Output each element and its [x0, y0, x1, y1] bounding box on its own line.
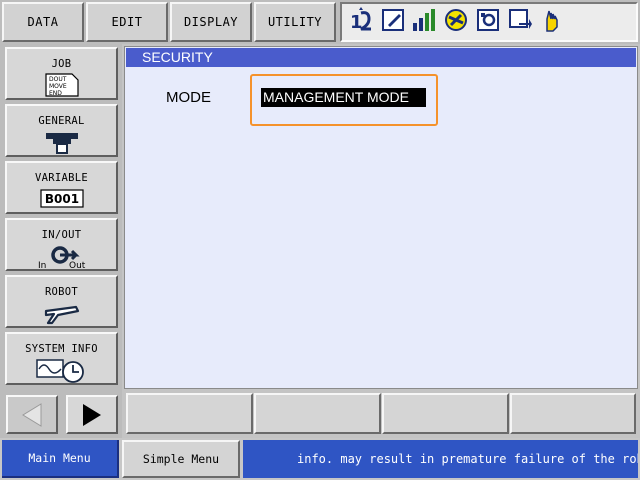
sidebar-item-label: SYSTEM INFO [25, 343, 98, 355]
page-title: SECURITY [126, 48, 636, 67]
function-key-4[interactable] [510, 393, 636, 434]
utility-menu-button[interactable]: UTILITY [254, 2, 336, 42]
function-key-2[interactable] [254, 393, 381, 434]
sidebar-item-label: ROBOT [44, 286, 79, 298]
axis-group-icon[interactable]: 1 [348, 6, 376, 34]
welding-torch-icon [42, 129, 82, 155]
signal-level-icon[interactable] [410, 6, 438, 34]
variable-box-icon: B001 [39, 186, 85, 212]
system-info-clock-icon [35, 357, 89, 383]
edit-mode-icon[interactable] [380, 6, 408, 34]
data-menu-button[interactable]: DATA [2, 2, 84, 42]
variable-icon-text: B001 [44, 192, 78, 206]
sidebar-item-label: GENERAL [38, 115, 85, 127]
robot-arm-icon [40, 300, 84, 326]
job-icon-line: DOUT [49, 76, 67, 83]
io-in-text: In [38, 261, 46, 269]
sidebar-item-robot[interactable]: ROBOT [5, 275, 118, 328]
page-forward-button[interactable] [66, 395, 118, 434]
sidebar-item-variable[interactable]: VARIABLE B001 [5, 161, 118, 214]
mode-label: MODE [166, 89, 211, 106]
simple-menu-button[interactable]: Simple Menu [122, 440, 240, 478]
message-line: info. may result in premature failure of… [243, 440, 638, 478]
display-menu-button[interactable]: DISPLAY [170, 2, 252, 42]
io-arrow-icon: In Out [36, 243, 88, 269]
sidebar-item-label: VARIABLE [35, 172, 88, 184]
edit-menu-button[interactable]: EDIT [86, 2, 168, 42]
main-menu-button[interactable]: Main Menu [2, 440, 119, 478]
program-icon[interactable] [474, 6, 502, 34]
highlight-frame [250, 74, 438, 126]
cycle-icon[interactable] [506, 6, 534, 34]
job-icon-line: END [49, 90, 62, 97]
arrow-left-icon [22, 402, 42, 427]
function-key-3[interactable] [382, 393, 509, 434]
sidebar-item-job[interactable]: JOB DOUT MOVE END [5, 47, 118, 100]
sidebar-item-system-info[interactable]: SYSTEM INFO [5, 332, 118, 385]
function-key-1[interactable] [126, 393, 253, 434]
sidebar-item-in-out[interactable]: IN/OUT In Out [5, 218, 118, 271]
sidebar-item-label: JOB [51, 58, 72, 70]
servo-hand-icon[interactable] [538, 6, 566, 34]
job-icon-line: MOVE [49, 83, 67, 90]
io-out-text: Out [69, 261, 86, 269]
job-document-icon: DOUT MOVE END [44, 72, 80, 98]
svg-text:1: 1 [350, 12, 363, 33]
arrow-right-icon [83, 403, 101, 426]
security-mode-icon[interactable] [442, 6, 470, 34]
page-back-button[interactable] [6, 395, 58, 434]
sidebar-item-label: IN/OUT [41, 229, 82, 241]
sidebar-item-general[interactable]: GENERAL [5, 104, 118, 157]
